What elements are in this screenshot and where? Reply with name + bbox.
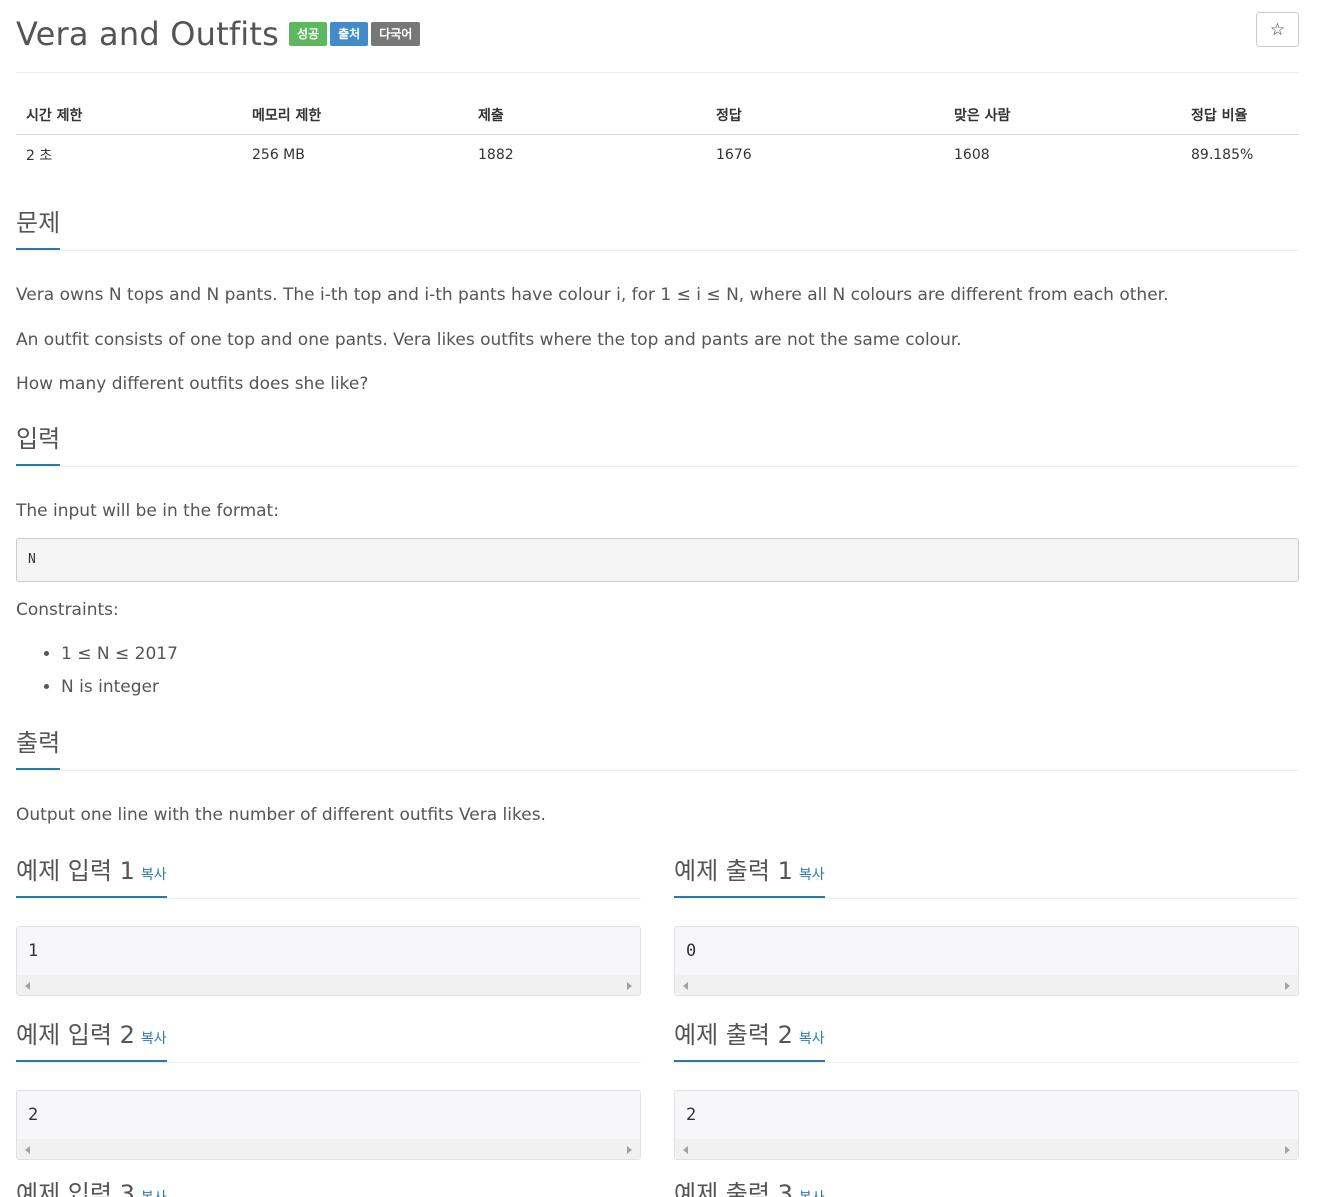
output-section-header: 출력 [16,726,1299,771]
sample-input-1: 예제 입력 1 복사 1 [16,854,641,996]
sample-output-3-heading: 예제 출력 3 [674,1180,793,1197]
problem-section-header: 문제 [16,206,1299,251]
favorite-button[interactable]: ☆ [1256,12,1299,47]
sample-input-1-heading: 예제 입력 1 [16,857,135,885]
scroll-left-icon[interactable] [25,1146,30,1154]
sample-input-2-box: 2 [16,1090,641,1160]
submissions-value[interactable]: 1882 [468,135,706,175]
input-format-block: N [16,538,1299,582]
sample-output-1-heading: 예제 출력 1 [674,857,793,885]
input-section-header: 입력 [16,422,1299,467]
scroll-right-icon[interactable] [627,982,632,990]
memory-limit-header: 메모리 제한 [242,96,468,135]
problem-paragraph-1: Vera owns N tops and N pants. The i-th t… [16,285,1169,305]
horizontal-scrollbar[interactable] [17,1139,640,1159]
memory-limit-value: 256 MB [252,146,305,163]
output-heading: 출력 [16,726,61,770]
copy-link[interactable]: 복사 [799,1190,825,1197]
info-value-row: 2 초 256 MB 1882 1676 1608 89.185% [16,135,1299,175]
time-limit-value: 2 초 [26,147,53,164]
constraints-label: Constraints: [16,600,119,620]
sample-input-2-heading: 예제 입력 2 [16,1021,135,1049]
solvers-value[interactable]: 1608 [944,135,1181,175]
submissions-header: 제출 [468,96,706,135]
scroll-right-icon[interactable] [1285,982,1290,990]
problem-paragraph-3: How many different outfits does she like… [16,374,369,394]
input-intro: The input will be in the format: [16,501,279,521]
copy-link[interactable]: 복사 [799,1031,825,1047]
success-badge[interactable]: 성공 [289,22,328,46]
constraint-item: N is integer [61,671,178,704]
copy-link[interactable]: 복사 [799,867,825,883]
info-header-row: 시간 제한 메모리 제한 제출 정답 맞은 사람 정답 비율 [16,96,1299,135]
sample-input-2: 예제 입력 2 복사 2 [16,1018,641,1160]
star-icon: ☆ [1269,19,1286,40]
copy-link[interactable]: 복사 [141,867,167,883]
problem-info-table: 시간 제한 메모리 제한 제출 정답 맞은 사람 정답 비율 2 초 256 M… [16,96,1299,174]
scroll-right-icon[interactable] [627,1146,632,1154]
header-divider [16,72,1299,73]
constraints-list: 1 ≤ N ≤ 2017 N is integer [16,638,178,704]
constraint-item: 1 ≤ N ≤ 2017 [61,638,178,671]
sample-output-2: 예제 출력 2 복사 2 [674,1018,1299,1160]
ratio-value: 89.185% [1191,146,1254,163]
sample-output-2-heading: 예제 출력 2 [674,1021,793,1049]
solvers-header: 맞은 사람 [944,96,1181,135]
ratio-header: 정답 비율 [1181,96,1299,135]
sample-output-3: 예제 출력 3 복사 [674,1177,1299,1197]
problem-paragraph-2: An outfit consists of one top and one pa… [16,330,962,350]
sample-input-3: 예제 입력 3 복사 [16,1177,641,1197]
horizontal-scrollbar[interactable] [675,975,1298,995]
title-row: Vera and Outfits 성공 출처 다국어 [16,14,421,54]
sample-input-2-value: 2 [28,1105,39,1125]
multilang-badge[interactable]: 다국어 [371,22,421,46]
copy-link[interactable]: 복사 [141,1190,167,1197]
sample-output-2-value: 2 [686,1105,697,1125]
accepted-value[interactable]: 1676 [706,135,944,175]
problem-heading: 문제 [16,206,61,250]
scroll-right-icon[interactable] [1285,1146,1290,1154]
sample-input-1-value: 1 [28,941,39,961]
scroll-left-icon[interactable] [683,1146,688,1154]
horizontal-scrollbar[interactable] [675,1139,1298,1159]
horizontal-scrollbar[interactable] [17,975,640,995]
sample-input-1-box: 1 [16,926,641,996]
copy-link[interactable]: 복사 [141,1031,167,1047]
source-badge[interactable]: 출처 [330,22,369,46]
scroll-left-icon[interactable] [25,982,30,990]
sample-output-2-box: 2 [674,1090,1299,1160]
time-limit-header: 시간 제한 [16,96,242,135]
input-heading: 입력 [16,422,61,466]
sample-input-3-heading: 예제 입력 3 [16,1180,135,1197]
scroll-left-icon[interactable] [683,982,688,990]
sample-output-1-box: 0 [674,926,1299,996]
sample-output-1-value: 0 [686,941,697,961]
page-title: Vera and Outfits [16,15,279,53]
output-text: Output one line with the number of diffe… [16,805,546,825]
sample-output-1: 예제 출력 1 복사 0 [674,854,1299,996]
accepted-header: 정답 [706,96,944,135]
